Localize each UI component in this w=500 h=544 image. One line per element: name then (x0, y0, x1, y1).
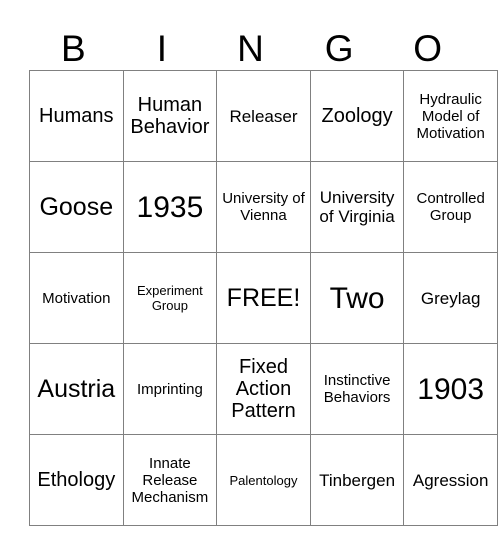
bingo-row: Motivation Experiment Group FREE! Two Gr… (29, 252, 498, 344)
bingo-row: Humans Human Behavior Releaser Zoology H… (29, 70, 498, 162)
bingo-cell[interactable]: Zoology (309, 70, 405, 162)
bingo-card: B I N G O Humans Human Behavior Releaser… (29, 0, 498, 526)
bingo-grid: Humans Human Behavior Releaser Zoology H… (29, 70, 498, 526)
bingo-cell[interactable]: Goose (29, 161, 124, 253)
bingo-cell[interactable]: Humans (29, 70, 124, 162)
bingo-cell[interactable]: Imprinting (122, 343, 218, 435)
bingo-cell[interactable]: Ethology (29, 434, 124, 526)
bingo-cell[interactable]: Hydraulic Model of Motivation (403, 70, 498, 162)
bingo-cell[interactable]: Instinctive Behaviors (309, 343, 405, 435)
bingo-cell[interactable]: Two (309, 252, 405, 344)
bingo-row: Ethology Innate Release Mechanism Palent… (29, 434, 498, 526)
bingo-cell[interactable]: Controlled Group (403, 161, 498, 253)
bingo-header-letter-n: N (237, 28, 264, 69)
bingo-cell[interactable]: Fixed Action Pattern (216, 343, 311, 435)
bingo-header-letter-b: B (60, 28, 86, 69)
bingo-cell-free[interactable]: FREE! (216, 252, 311, 344)
bingo-row: Goose 1935 University of Vienna Universi… (29, 161, 498, 253)
bingo-header-letter-g: G (324, 28, 354, 69)
bingo-header: B I N G O (29, 0, 472, 70)
bingo-header-letter-i: I (156, 28, 168, 69)
bingo-cell[interactable]: University of Virginia (309, 161, 405, 253)
bingo-cell[interactable]: Human Behavior (122, 70, 218, 162)
bingo-cell[interactable]: Innate Release Mechanism (122, 434, 218, 526)
bingo-cell[interactable]: 1935 (122, 161, 218, 253)
bingo-cell[interactable]: Tinbergen (309, 434, 405, 526)
bingo-header-letter-o: O (413, 28, 443, 69)
bingo-cell[interactable]: Experiment Group (122, 252, 218, 344)
bingo-cell[interactable]: University of Vienna (216, 161, 311, 253)
bingo-cell[interactable]: Agression (403, 434, 498, 526)
bingo-cell[interactable]: Austria (29, 343, 124, 435)
bingo-cell[interactable]: 1903 (403, 343, 498, 435)
bingo-cell[interactable]: Motivation (29, 252, 124, 344)
bingo-cell[interactable]: Greylag (403, 252, 498, 344)
bingo-row: Austria Imprinting Fixed Action Pattern … (29, 343, 498, 435)
bingo-cell[interactable]: Releaser (216, 70, 311, 162)
bingo-cell[interactable]: Palentology (216, 434, 311, 526)
